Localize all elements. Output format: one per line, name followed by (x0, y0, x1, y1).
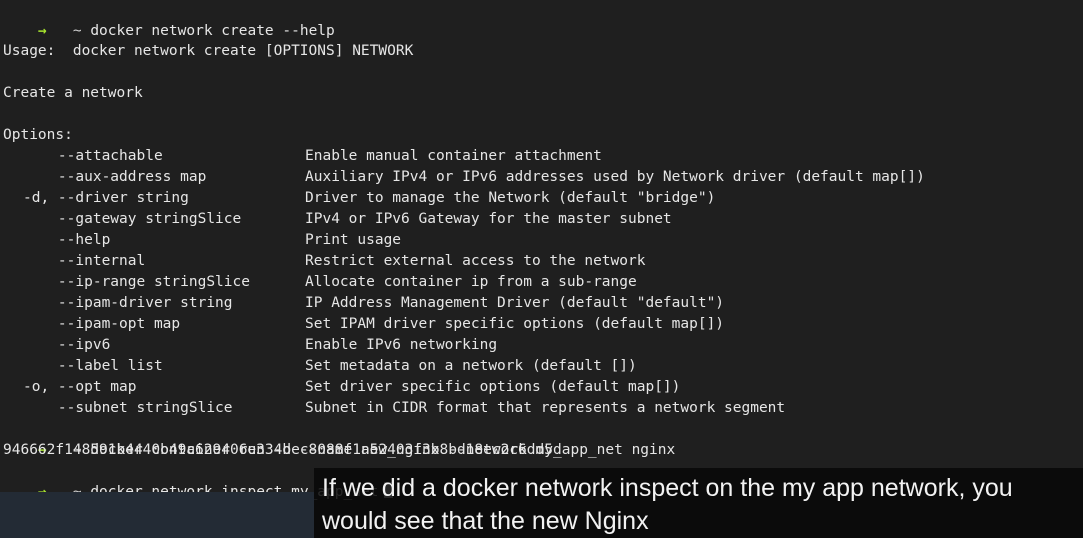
option-desc: Set IPAM driver specific options (defaul… (305, 316, 725, 332)
usage-line: Usage: docker network create [OPTIONS] N… (3, 43, 414, 59)
option-flag: -o, --opt map (23, 379, 137, 395)
command-text: docker network create --help (90, 23, 335, 39)
option-flag: --label list (23, 358, 163, 374)
option-flag: --ipam-driver string (23, 295, 233, 311)
prompt-line-2: → ~ docker container run -d --name new_n… (3, 419, 675, 458)
options-header: Options: (3, 127, 73, 143)
option-flag: -d, --driver string (23, 190, 189, 206)
option-desc: Print usage (305, 232, 402, 248)
option-flag: --aux-address map (23, 169, 207, 185)
prompt-line-1: → ~ docker network create --help (3, 0, 335, 39)
option-desc: Restrict external access to the network (305, 253, 646, 269)
option-desc: Driver to manage the Network (default "b… (305, 190, 716, 206)
option-flag: --gateway stringSlice (23, 211, 242, 227)
option-flag: --internal (23, 253, 146, 269)
video-player-bar (0, 492, 314, 538)
terminal-window[interactable]: → ~ docker network create --help Usage: … (0, 0, 1083, 538)
option-desc: Set driver specific options (default map… (305, 379, 681, 395)
option-desc: Set metadata on a network (default []) (305, 358, 637, 374)
option-desc: Subnet in CIDR format that represents a … (305, 400, 786, 416)
option-flag: --subnet stringSlice (23, 400, 233, 416)
prompt-arrow-icon: → (37, 23, 47, 39)
option-flag: --ipv6 (23, 337, 111, 353)
caption-line-2: would see that the new Nginx (322, 507, 649, 535)
subtitle-caption: If we did a docker network inspect on th… (314, 468, 1083, 538)
option-flag: --ipam-opt map (23, 316, 181, 332)
option-desc: Auxiliary IPv4 or IPv6 addresses used by… (305, 169, 925, 185)
option-desc: Enable manual container attachment (305, 148, 602, 164)
option-flag: --attachable (23, 148, 163, 164)
option-flag: --help (23, 232, 111, 248)
prompt-directory: ~ (72, 23, 82, 39)
option-desc: Enable IPv6 networking (305, 337, 498, 353)
caption-line-1: If we did a docker network inspect on th… (322, 474, 1013, 502)
option-desc: Allocate container ip from a sub-range (305, 274, 637, 290)
option-flag: --ip-range stringSlice (23, 274, 250, 290)
description-line: Create a network (3, 85, 143, 101)
container-id-output: 946662f148591b4440b49c629406e334bec8088f… (3, 442, 562, 458)
option-desc: IP Address Management Driver (default "d… (305, 295, 725, 311)
option-desc: IPv4 or IPv6 Gateway for the master subn… (305, 211, 672, 227)
